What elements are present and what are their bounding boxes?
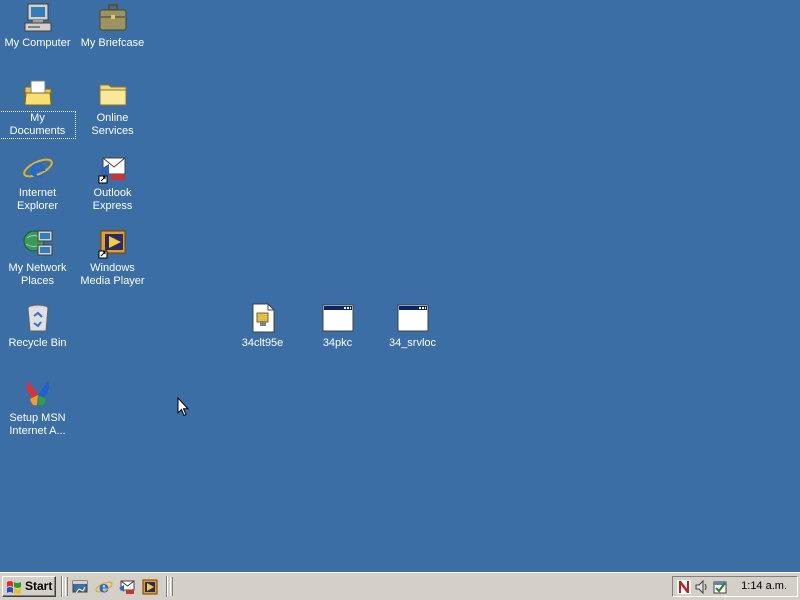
start-button[interactable]: Start <box>2 576 56 597</box>
media-player-icon <box>142 579 158 595</box>
taskbar-separator <box>61 576 63 597</box>
icon-label: My Briefcase <box>80 37 145 49</box>
windows-logo-icon <box>7 581 21 594</box>
tray-volume[interactable] <box>694 579 710 595</box>
quicklaunch-media-player[interactable] <box>141 578 159 596</box>
svg-text:e: e <box>29 154 46 184</box>
svg-text:e: e <box>99 578 109 596</box>
desktop-icon-my-computer[interactable]: My Computer <box>0 2 75 50</box>
desktop-icon-my-network-places[interactable]: My Network Places <box>0 227 75 288</box>
window-app-icon <box>322 302 354 334</box>
icon-label: My Network Places <box>8 262 67 287</box>
mouse-pointer-icon <box>177 397 189 417</box>
recycle-bin-icon <box>22 302 54 334</box>
network-places-icon <box>22 227 54 259</box>
icon-label: Windows Media Player <box>80 262 145 287</box>
desktop-icon-my-briefcase[interactable]: My Briefcase <box>75 2 150 50</box>
volume-icon <box>695 579 707 595</box>
media-player-icon <box>97 227 129 259</box>
quicklaunch-outlook-express[interactable] <box>118 578 136 596</box>
icon-label: Internet Explorer <box>17 187 58 212</box>
desktop-icon-outlook-express[interactable]: Outlook Express <box>75 152 150 213</box>
icon-label: 34_srvloc <box>388 337 437 349</box>
toolbar-grip[interactable] <box>65 577 68 596</box>
msn-butterfly-icon <box>22 377 54 409</box>
icon-label: My Computer <box>4 37 71 49</box>
outlook-express-icon <box>97 152 129 184</box>
taskbar: Start e 1:14 a.m. <box>0 572 800 600</box>
desktop-icon-34-srvloc[interactable]: 34_srvloc <box>375 302 450 350</box>
desktop-icon-online-services[interactable]: Online Services <box>75 77 150 138</box>
tray-norton[interactable] <box>676 579 692 595</box>
outlook-express-icon <box>119 580 135 594</box>
desktop[interactable]: My Computer My Briefcase My Documents On… <box>0 0 800 572</box>
desktop-icon-internet-explorer[interactable]: e Internet Explorer <box>0 152 75 213</box>
quicklaunch-show-desktop[interactable] <box>71 578 89 596</box>
desktop-icon-34pkc[interactable]: 34pkc <box>300 302 375 350</box>
setup-file-icon <box>247 302 279 334</box>
system-tray: 1:14 a.m. <box>672 576 798 597</box>
briefcase-icon <box>97 2 129 34</box>
taskbar-separator <box>166 576 168 597</box>
icon-label: 34pkc <box>322 337 353 349</box>
desktop-icon-my-documents[interactable]: My Documents <box>0 77 76 139</box>
folder-icon <box>97 77 129 109</box>
norton-icon <box>677 580 691 594</box>
icon-label: 34clt95e <box>241 337 284 349</box>
internet-explorer-icon: e <box>95 578 113 596</box>
my-computer-icon <box>22 2 54 34</box>
desktop-icon-recycle-bin[interactable]: Recycle Bin <box>0 302 75 350</box>
window-app-icon <box>397 302 429 334</box>
icon-label: Outlook Express <box>92 187 133 212</box>
show-desktop-icon <box>72 580 88 594</box>
icon-label: Setup MSN Internet A... <box>9 412 66 437</box>
quicklaunch-internet-explorer[interactable]: e <box>95 578 113 596</box>
desktop-icon-windows-media-player[interactable]: Windows Media Player <box>75 227 150 288</box>
start-label: Start <box>25 579 53 593</box>
clock[interactable]: 1:14 a.m. <box>741 580 787 592</box>
scheduler-icon <box>713 581 727 594</box>
desktop-icon-34clt95e[interactable]: 34clt95e <box>225 302 300 350</box>
tray-scheduler[interactable] <box>712 579 728 595</box>
icon-label: My Documents <box>0 111 76 139</box>
toolbar-grip[interactable] <box>170 577 173 596</box>
icon-label: Online Services <box>91 112 134 137</box>
icon-label: Recycle Bin <box>8 337 67 349</box>
desktop-icon-setup-msn[interactable]: Setup MSN Internet A... <box>0 377 75 438</box>
internet-explorer-icon: e <box>22 152 54 184</box>
my-documents-icon <box>22 77 54 109</box>
